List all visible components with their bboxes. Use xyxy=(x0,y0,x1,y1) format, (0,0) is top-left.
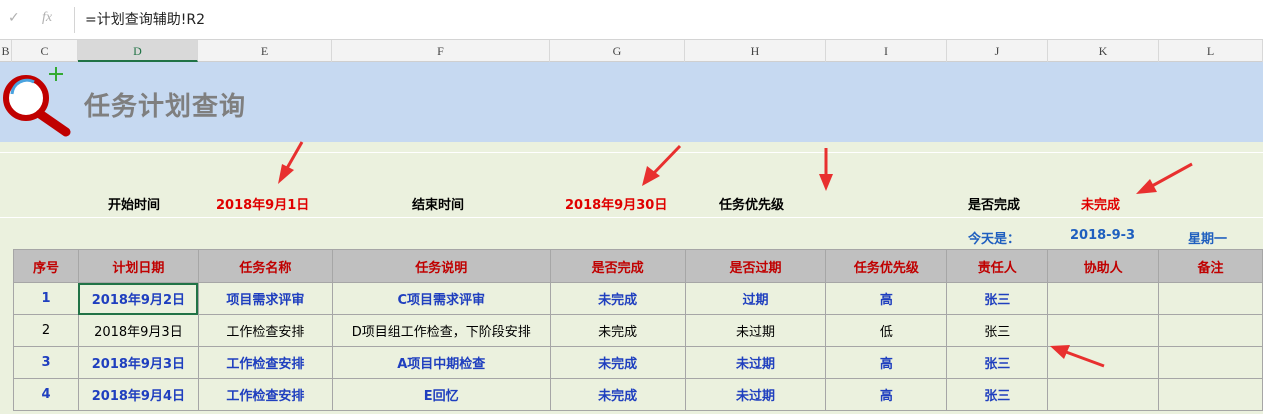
arrow-table xyxy=(1050,345,1105,368)
annotation-arrows xyxy=(278,141,1193,368)
arrow-end-date xyxy=(642,144,682,186)
arrow-complete xyxy=(1136,162,1193,194)
arrow-priority xyxy=(819,148,833,191)
arrow-start-date xyxy=(278,141,304,184)
